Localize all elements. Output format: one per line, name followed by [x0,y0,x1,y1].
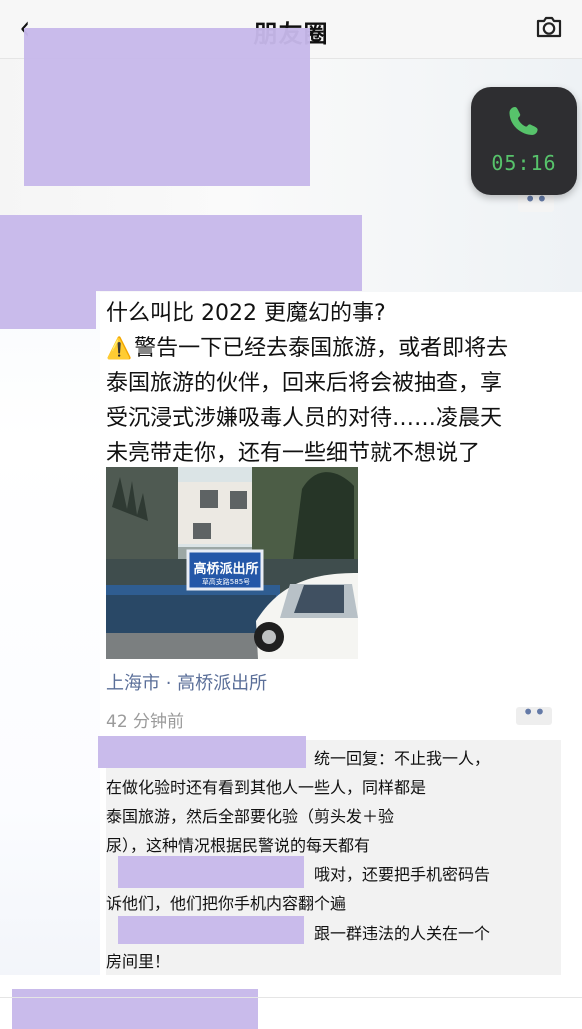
more-dots-icon[interactable]: •• [518,189,554,212]
redacted-next-user-name [12,989,258,1029]
comment-3-line-1: 跟一群违法的人关在一个 [314,924,491,943]
police-station-sign-address: 草高支路585号 [201,578,251,586]
call-duration: 05:16 [491,151,557,175]
comment-1-line-1: 统一回复：不止我一人， [314,749,491,768]
comment-1-line-3: 泰国旅游，然后全部要化验（剪头发＋验 [106,807,395,826]
post-line-3: 受沉浸式涉嫌吸毒人员的对待……凌晨天 [106,406,503,431]
comment-1-line-2: 在做化验时还有看到其他人一些人，同样都是 [106,778,427,797]
redacted-commenter-name [98,736,306,768]
camera-icon[interactable] [534,15,564,39]
phone-icon [509,107,538,135]
warning-icon: ⚠️ [106,336,133,360]
redacted-profile-image [24,28,310,186]
redacted-commenter-name [118,916,304,944]
comment-1-line-4: 尿），这种情况根据民警说的每天都有 [106,836,371,855]
floating-call-window[interactable]: 05:16 [471,87,577,195]
post-content: 什么叫比 2022 更魔幻的事? ⚠️警告一下已经去泰国旅游，或者即将去 泰国旅… [106,296,561,471]
post-line-1: ⚠️警告一下已经去泰国旅游，或者即将去 [106,331,561,366]
moments-screen: ‹ 朋友圈 05:16 •• 什么叫比 2022 更魔幻的事? ⚠️警告一下已经… [0,0,582,1029]
post-line-2: 泰国旅游的伙伴，回来后将会被抽查，享 [106,371,503,396]
police-station-sign: 高桥派出所 [193,562,259,577]
post-more-button[interactable]: •• [516,702,552,725]
comment-2-line-1: 哦对，还要把手机密码告 [314,865,491,884]
location-link[interactable]: 上海市 · 高桥派出所 [106,669,267,695]
post-line-4: 未亮带走你，还有一些细节就不想说了 [106,441,481,466]
comment-2-line-2: 诉他们，他们把你手机内容翻个遍 [106,894,347,913]
left-background-decoration [0,292,100,1029]
comment-3-line-2: 房间里！ [106,952,171,971]
comments-section: 统一回复：不止我一人， 在做化验时还有看到其他人一些人，同样都是 泰国旅游，然后… [98,736,561,975]
post-time: 42 分钟前 [106,712,185,732]
post-title: 什么叫比 2022 更魔幻的事? [106,301,386,326]
redacted-avatar-fragment [0,291,96,329]
divider [0,997,582,998]
police-station-photo[interactable]: 高桥派出所 草高支路585号 [106,467,358,659]
redacted-commenter-name [118,856,304,888]
redacted-user-name [0,215,362,291]
